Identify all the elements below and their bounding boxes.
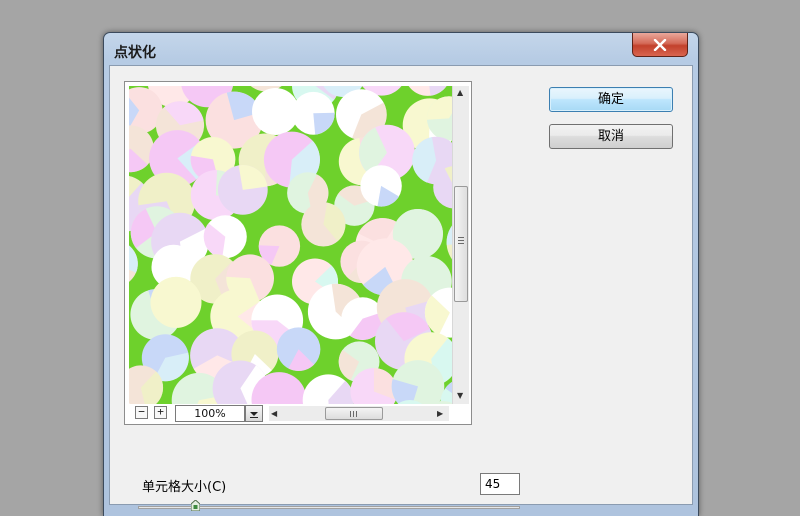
preview-cell <box>302 374 354 404</box>
preview-panel: ▲ ▼ − + 100% ◀ ▶ <box>124 81 472 425</box>
preview-cell <box>217 164 268 215</box>
preview-vertical-scrollbar[interactable]: ▲ ▼ <box>452 86 469 404</box>
preview-cell <box>360 165 402 207</box>
zoom-in-button[interactable]: + <box>154 406 167 419</box>
zoom-out-button[interactable]: − <box>135 406 148 419</box>
cell-size-label: 单元格大小(C) <box>142 480 227 495</box>
preview-horizontal-scrollbar[interactable]: ◀ ▶ <box>269 406 449 421</box>
preview-cell <box>301 202 346 247</box>
cancel-button[interactable]: 取消 <box>549 124 673 149</box>
dialog-title: 点状化 <box>114 45 156 61</box>
cell-size-slider-thumb[interactable] <box>190 500 200 511</box>
pointillize-dialog: 点状化 ▲ ▼ − + 100% ◀ ▶ 确定 取消 单元格大小(C) 45 <box>103 32 699 516</box>
vertical-scroll-thumb[interactable] <box>454 186 468 302</box>
close-button[interactable] <box>632 33 688 57</box>
preview-cell <box>150 276 202 328</box>
preview-cell <box>291 91 335 135</box>
zoom-dropdown-button[interactable] <box>245 405 263 422</box>
plus-icon: + <box>157 405 164 418</box>
cell-size-input[interactable]: 45 <box>480 473 520 495</box>
zoom-level-field[interactable]: 100% <box>175 405 245 422</box>
arrow-down-icon[interactable]: ▼ <box>457 391 463 401</box>
arrow-left-icon[interactable]: ◀ <box>271 409 277 419</box>
arrow-right-icon[interactable]: ▶ <box>437 409 443 419</box>
pointillize-preview-svg <box>129 86 452 404</box>
chevron-down-icon <box>250 412 258 418</box>
minus-icon: − <box>138 405 145 418</box>
dialog-client-area: ▲ ▼ − + 100% ◀ ▶ 确定 取消 单元格大小(C) 45 <box>109 65 693 511</box>
preview-image[interactable] <box>129 86 452 404</box>
preview-cell <box>203 215 247 259</box>
arrow-up-icon[interactable]: ▲ <box>457 88 463 98</box>
preview-toolbar: − + 100% ◀ ▶ <box>129 404 469 422</box>
ok-button[interactable]: 确定 <box>549 87 673 112</box>
preview-cell <box>276 327 321 371</box>
horizontal-scroll-thumb[interactable] <box>325 407 383 420</box>
preview-cell <box>408 86 447 96</box>
close-icon <box>653 38 667 51</box>
